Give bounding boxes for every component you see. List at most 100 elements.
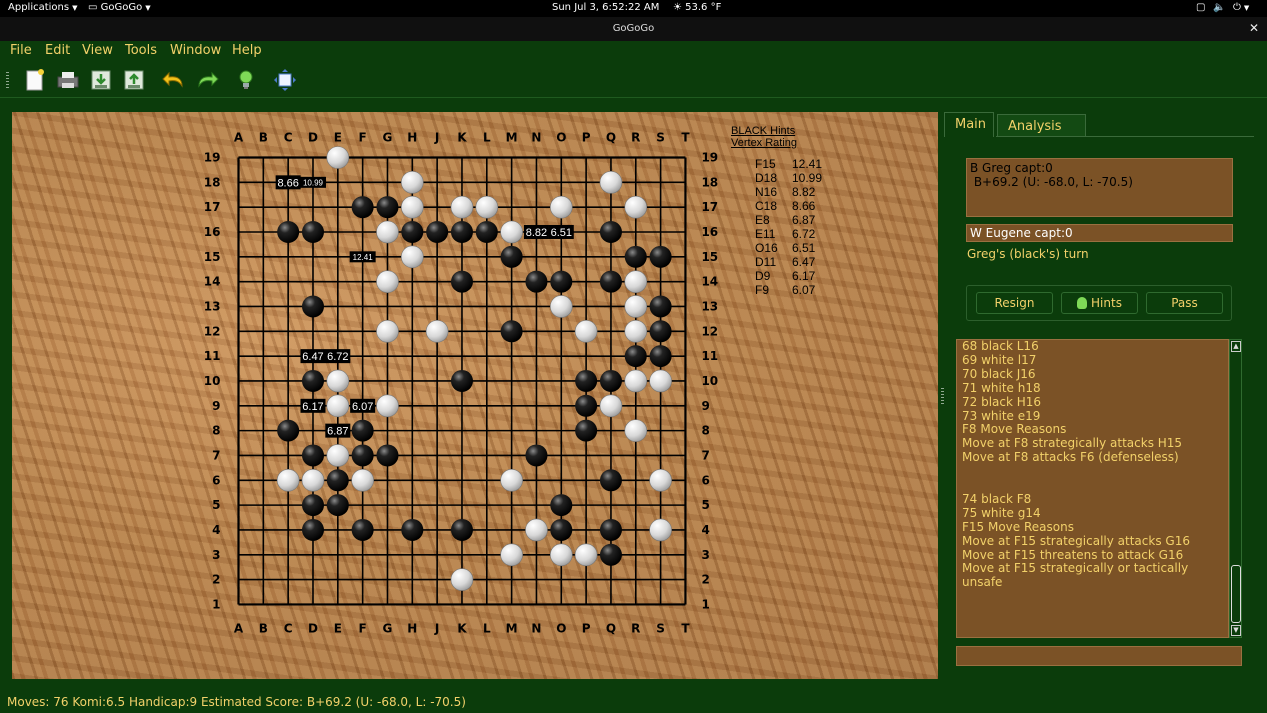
black-stone (599, 369, 622, 392)
column-label: N (531, 621, 541, 635)
black-player-info: B Greg capt:0 B+69.2 (U: -68.0, L: -70.5… (966, 158, 1233, 217)
log-line: 75 white g14 (962, 505, 1041, 520)
log-scrollbar[interactable]: ▲ ▼ (1229, 339, 1242, 638)
hint-rating: 6.47 (792, 255, 816, 269)
row-label: 11 (204, 349, 221, 363)
white-stone (624, 320, 648, 343)
move-log[interactable]: 68 black L16 69 white l17 70 black J16 71 w… (956, 339, 1229, 638)
row-label: 7 (212, 448, 220, 462)
scroll-down-arrow-icon[interactable]: ▼ (1231, 625, 1241, 636)
menu-view[interactable]: View (82, 43, 113, 58)
menu-window[interactable]: Window (170, 43, 221, 58)
hint-label: 6.17 (302, 401, 323, 413)
hints-button[interactable]: Hints (1061, 292, 1138, 314)
black-stone (401, 518, 424, 541)
weather-indicator[interactable]: ☀ 53.6 °F (673, 2, 721, 13)
load-icon[interactable] (122, 68, 146, 92)
hint-vertex: N16 (755, 185, 778, 199)
pass-button[interactable]: Pass (1146, 292, 1223, 314)
white-stone (376, 270, 399, 293)
redo-icon[interactable] (195, 68, 219, 92)
scroll-thumb[interactable] (1231, 565, 1241, 623)
column-label: G (383, 621, 393, 635)
hint-rating: 10.99 (792, 171, 823, 185)
row-label: 1 (701, 597, 709, 611)
column-label: R (631, 131, 640, 145)
hints-title: BLACK Hints (731, 125, 796, 137)
scroll-up-arrow-icon[interactable]: ▲ (1231, 341, 1241, 352)
black-stone (599, 469, 622, 492)
white-stone (599, 171, 623, 194)
column-label: B (259, 131, 268, 145)
volume-icon[interactable]: 🔈 (1213, 2, 1225, 13)
log-line: 71 white h18 (962, 380, 1041, 395)
black-stone (649, 295, 672, 318)
row-label: 8 (212, 424, 220, 438)
hint-rating: 6.72 (792, 227, 816, 241)
black-stone (575, 394, 598, 417)
app-menu[interactable]: ▭ GoGoGo ▼ (88, 2, 151, 13)
menu-help[interactable]: Help (232, 43, 262, 58)
save-icon[interactable] (89, 68, 113, 92)
resign-label: Resign (994, 296, 1035, 310)
clock[interactable]: Sun Jul 3, 6:52:22 AM (552, 2, 659, 13)
log-line: 73 white e19 (962, 408, 1041, 423)
row-label: 19 (701, 151, 718, 165)
menu-file[interactable]: File (10, 43, 32, 58)
white-stone (401, 195, 424, 219)
column-label: D (308, 131, 318, 145)
hint-bulb-icon[interactable] (234, 68, 258, 92)
command-input[interactable] (956, 646, 1242, 666)
black-stone (475, 220, 498, 243)
undo-icon[interactable] (162, 68, 186, 92)
black-stone (525, 270, 548, 293)
menu-tools[interactable]: Tools (125, 43, 157, 58)
close-icon[interactable]: ✕ (1249, 21, 1259, 35)
white-player-info: W Eugene capt:0 (966, 224, 1233, 242)
black-stone (450, 220, 473, 243)
black-stone (277, 419, 300, 442)
column-label: G (383, 131, 393, 145)
column-label: S (656, 621, 665, 635)
bulb-icon (1077, 297, 1088, 309)
pane-splitter[interactable] (941, 388, 944, 406)
hint-vertex: O16 (755, 241, 778, 255)
log-line: F15 Move Reasons (962, 519, 1074, 534)
power-icon[interactable]: ⏻ ▼ (1233, 2, 1249, 13)
row-label: 13 (701, 299, 718, 313)
log-line: 70 black J16 (962, 366, 1036, 381)
black-player-line: B Greg capt:0 (970, 161, 1053, 175)
hint-rating: 8.66 (792, 199, 816, 213)
toolbar (0, 62, 1267, 98)
resign-button[interactable]: Resign (976, 292, 1053, 314)
black-stone (550, 494, 573, 517)
menu-edit[interactable]: Edit (45, 43, 70, 58)
hints-label: Hints (1091, 296, 1122, 310)
white-stone (475, 195, 499, 219)
print-icon[interactable] (56, 68, 80, 92)
hint-label: 6.87 (327, 426, 348, 438)
hint-label: 6.72 (327, 351, 348, 363)
row-label: 15 (204, 250, 221, 264)
hint-row: C18 8.66 (731, 199, 851, 213)
window-title-bar: GoGoGo ✕ (0, 17, 1267, 41)
new-game-icon[interactable] (23, 68, 47, 92)
fullscreen-icon[interactable] (273, 68, 297, 92)
hint-row: F9 6.07 (731, 283, 851, 297)
menu-bar: File Edit View Tools Window Help (0, 41, 1267, 61)
hints-table: BLACK Hints Vertex Rating F15 12.41 D18 10… (731, 125, 851, 297)
row-label: 14 (701, 275, 718, 289)
toolbar-grip[interactable] (6, 72, 9, 88)
row-label: 17 (701, 200, 718, 214)
row-label: 12 (204, 324, 221, 338)
screen-icon[interactable]: ▢ (1196, 2, 1205, 13)
applications-menu[interactable]: Applications ▼ (8, 2, 77, 13)
row-label: 16 (701, 225, 718, 239)
tab-analysis[interactable]: Analysis (997, 114, 1086, 137)
log-line: 74 black F8 (962, 491, 1032, 506)
tab-main[interactable]: Main (944, 112, 994, 137)
chevron-down-icon: ▼ (72, 4, 78, 12)
hint-vertex: E8 (755, 213, 770, 227)
white-stone (649, 468, 672, 492)
column-label: M (506, 131, 518, 145)
